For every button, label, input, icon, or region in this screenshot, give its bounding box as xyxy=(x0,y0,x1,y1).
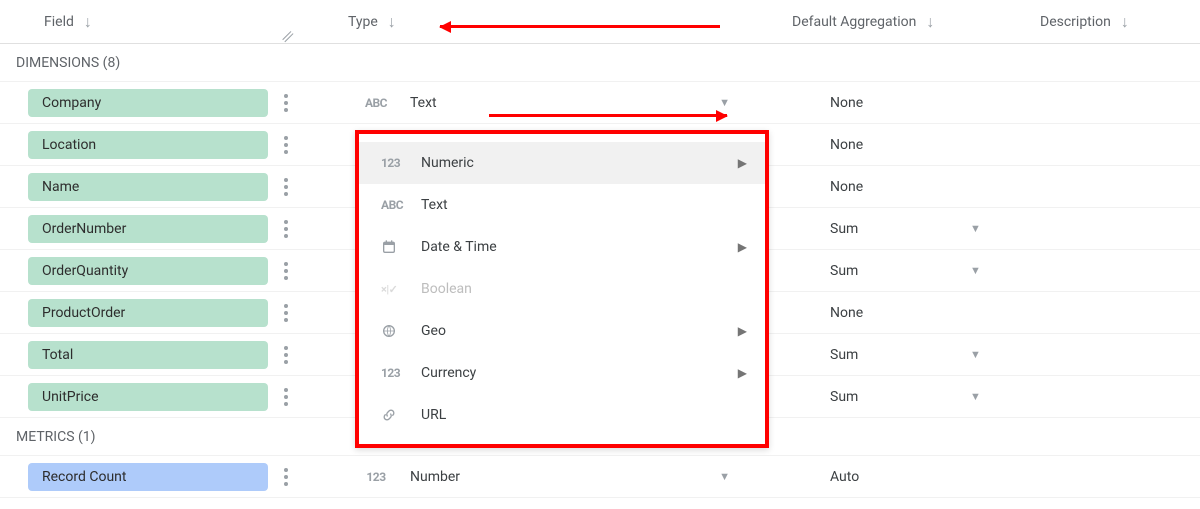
type-dropdown-menu: 123Numeric▶ABCTextDate & Time▶×|✓Boolean… xyxy=(355,130,769,448)
row-menu-icon[interactable] xyxy=(278,262,288,280)
row-menu-icon[interactable] xyxy=(278,468,288,486)
menu-item-icon xyxy=(381,323,421,339)
aggregation-cell: None xyxy=(760,137,1040,153)
table-row: Company ABC Text ▼ None xyxy=(0,82,1200,124)
annotation-arrow xyxy=(489,114,727,117)
chevron-right-icon: ▶ xyxy=(738,366,747,380)
menu-item-icon: ABC xyxy=(381,198,421,212)
sort-down-icon[interactable]: ↓ xyxy=(388,12,396,32)
row-menu-icon[interactable] xyxy=(278,304,288,322)
aggregation-cell[interactable]: Sum▼ xyxy=(760,347,1040,363)
menu-item-numeric[interactable]: 123Numeric▶ xyxy=(359,142,765,184)
chevron-down-icon: ▼ xyxy=(719,96,760,109)
menu-item-icon xyxy=(381,407,421,423)
type-label: Text xyxy=(410,95,699,111)
field-chip[interactable]: UnitPrice xyxy=(28,383,268,411)
row-menu-icon[interactable] xyxy=(278,94,288,112)
menu-item-label: Text xyxy=(421,197,747,213)
chevron-right-icon: ▶ xyxy=(738,240,747,254)
row-menu-icon[interactable] xyxy=(278,136,288,154)
aggregation-cell: None xyxy=(760,305,1040,321)
menu-item-label: Currency xyxy=(421,365,738,381)
chevron-down-icon: ▼ xyxy=(970,264,981,277)
chevron-down-icon: ▼ xyxy=(970,348,981,361)
menu-item-label: Boolean xyxy=(421,281,747,297)
column-header-row: Field ↓ Type ↓ Default Aggregation ↓ Des… xyxy=(0,0,1200,44)
row-menu-icon[interactable] xyxy=(278,388,288,406)
chevron-down-icon: ▼ xyxy=(719,470,760,483)
field-chip[interactable]: Location xyxy=(28,131,268,159)
aggregation-label: Auto xyxy=(830,469,970,485)
menu-item-icon xyxy=(381,239,421,255)
menu-item-label: Date & Time xyxy=(421,239,738,255)
aggregation-cell[interactable]: Sum▼ xyxy=(760,221,1040,237)
chevron-down-icon: ▼ xyxy=(970,390,981,403)
menu-item-label: Geo xyxy=(421,323,738,339)
field-chip[interactable]: Total xyxy=(28,341,268,369)
menu-item-boolean: ×|✓Boolean xyxy=(359,268,765,310)
aggregation-label: Sum xyxy=(830,263,970,279)
aggregation-label: Sum xyxy=(830,389,970,405)
menu-item-geo[interactable]: Geo▶ xyxy=(359,310,765,352)
menu-item-currency[interactable]: 123Currency▶ xyxy=(359,352,765,394)
row-menu-icon[interactable] xyxy=(278,220,288,238)
type-icon: ABC xyxy=(362,96,390,110)
group-dimensions: DIMENSIONS (8) xyxy=(0,44,1200,82)
type-cell[interactable]: 123 Number ▼ xyxy=(310,469,760,485)
row-menu-icon[interactable] xyxy=(278,178,288,196)
field-chip[interactable]: OrderNumber xyxy=(28,215,268,243)
aggregation-cell: Auto xyxy=(760,469,1040,485)
menu-item-url[interactable]: URL xyxy=(359,394,765,436)
type-label: Number xyxy=(410,469,699,485)
aggregation-label: None xyxy=(830,137,970,153)
aggregation-label: None xyxy=(830,305,970,321)
aggregation-cell[interactable]: Sum▼ xyxy=(760,263,1040,279)
aggregation-label: Sum xyxy=(830,347,970,363)
annotation-arrow xyxy=(440,25,720,28)
aggregation-cell: None xyxy=(760,95,1040,111)
menu-item-icon: 123 xyxy=(381,156,421,170)
chevron-down-icon: ▼ xyxy=(970,222,981,235)
field-chip[interactable]: Record Count xyxy=(28,463,268,491)
aggregation-cell[interactable]: Sum▼ xyxy=(760,389,1040,405)
aggregation-label: Sum xyxy=(830,221,970,237)
type-cell[interactable]: ABC Text ▼ xyxy=(310,95,760,111)
type-icon: 123 xyxy=(362,470,390,484)
header-description[interactable]: Description xyxy=(1040,14,1111,30)
field-chip[interactable]: ProductOrder xyxy=(28,299,268,327)
menu-item-icon: 123 xyxy=(381,366,421,380)
field-chip[interactable]: Company xyxy=(28,89,268,117)
menu-item-icon: ×|✓ xyxy=(381,282,421,296)
row-menu-icon[interactable] xyxy=(278,346,288,364)
aggregation-label: None xyxy=(830,95,970,111)
chevron-right-icon: ▶ xyxy=(738,324,747,338)
menu-item-date-time[interactable]: Date & Time▶ xyxy=(359,226,765,268)
menu-item-label: Numeric xyxy=(421,155,738,171)
sort-down-icon[interactable]: ↓ xyxy=(926,12,934,32)
aggregation-cell: None xyxy=(760,179,1040,195)
header-field[interactable]: Field xyxy=(44,14,74,30)
aggregation-label: None xyxy=(830,179,970,195)
header-type[interactable]: Type xyxy=(348,14,378,30)
sort-down-icon[interactable]: ↓ xyxy=(1121,12,1129,32)
chevron-right-icon: ▶ xyxy=(738,156,747,170)
field-chip[interactable]: OrderQuantity xyxy=(28,257,268,285)
menu-item-text[interactable]: ABCText xyxy=(359,184,765,226)
header-aggregation[interactable]: Default Aggregation xyxy=(792,14,916,30)
table-row: Record Count 123 Number ▼ Auto xyxy=(0,456,1200,498)
field-chip[interactable]: Name xyxy=(28,173,268,201)
sort-down-icon[interactable]: ↓ xyxy=(84,12,92,32)
menu-item-label: URL xyxy=(421,407,747,423)
